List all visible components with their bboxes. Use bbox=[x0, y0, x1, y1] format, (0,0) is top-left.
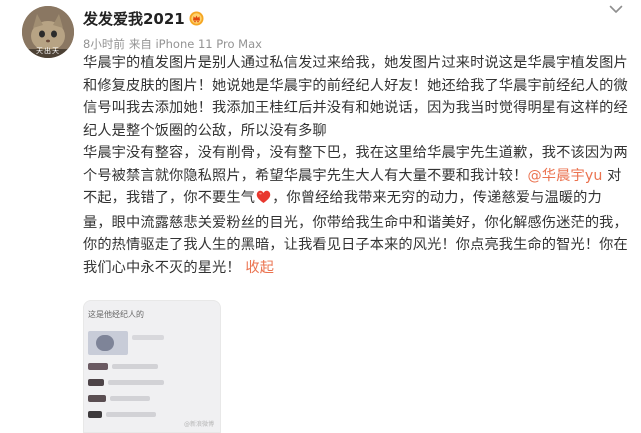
image-block bbox=[132, 335, 164, 340]
avatar-caption: 天出天 bbox=[36, 47, 60, 55]
image-block bbox=[88, 379, 104, 386]
image-block bbox=[106, 412, 156, 417]
weibo-post: 天出天 发发爱我2021 8小时前 来自 iPhone 11 Pro Max 华… bbox=[0, 0, 641, 433]
image-block bbox=[112, 364, 158, 369]
post-source: 来自 iPhone 11 Pro Max bbox=[128, 37, 262, 51]
paragraph-2: 华晨宇没有整容，没有削骨，没有整下巴，我在这里给华晨宇先生道歉，我不该因为两个号… bbox=[83, 142, 628, 279]
collapse-link[interactable]: 收起 bbox=[245, 260, 274, 276]
avatar[interactable]: 天出天 bbox=[22, 6, 74, 58]
paragraph-1: 华晨宇的植发图片是别人通过私信发过来给我，她发图片过来时说这是华晨宇植发图片和修… bbox=[83, 55, 628, 139]
image-watermark: @新浪微博 bbox=[183, 421, 214, 428]
mention-link[interactable]: @华晨宇yu bbox=[527, 168, 602, 184]
more-options-button[interactable] bbox=[605, 2, 627, 16]
chevron-down-icon bbox=[609, 5, 623, 13]
author-row: 发发爱我2021 bbox=[83, 8, 204, 29]
image-block bbox=[88, 411, 102, 418]
image-block bbox=[110, 396, 150, 401]
post-meta: 8小时前 来自 iPhone 11 Pro Max bbox=[83, 36, 262, 52]
vip-crown-icon[interactable] bbox=[189, 11, 204, 26]
image-block bbox=[108, 380, 164, 385]
post-body: 华晨宇的植发图片是别人通过私信发过来给我，她发图片过来时说这是华晨宇植发图片和修… bbox=[83, 52, 628, 279]
username[interactable]: 发发爱我2021 bbox=[83, 8, 185, 29]
image-block bbox=[88, 363, 108, 370]
post-time[interactable]: 8小时前 bbox=[83, 36, 125, 52]
post-image[interactable]: 这是他经纪人的 @新浪微博 bbox=[83, 300, 221, 433]
image-block bbox=[88, 395, 106, 402]
heart-icon bbox=[256, 189, 271, 212]
image-caption: 这是他经纪人的 bbox=[88, 310, 144, 319]
image-block bbox=[96, 335, 114, 351]
